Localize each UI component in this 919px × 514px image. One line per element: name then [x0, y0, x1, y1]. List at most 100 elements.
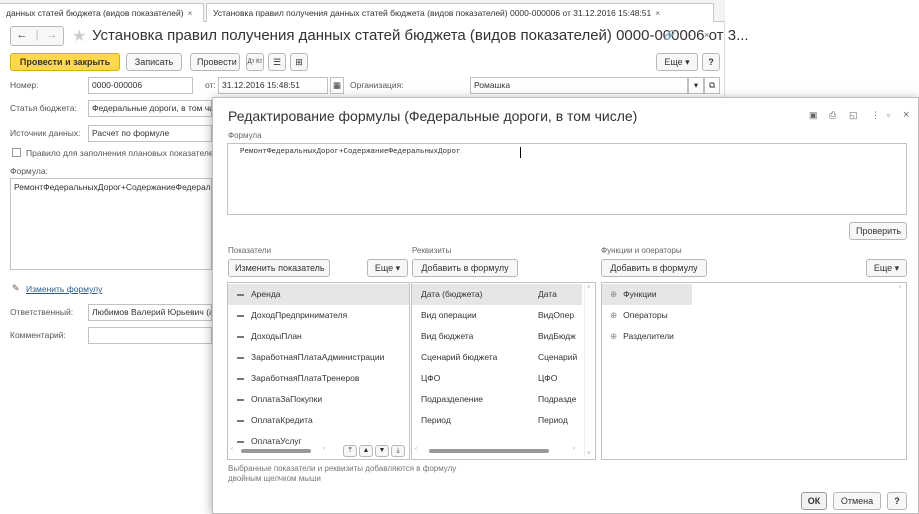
- change-indicator-button[interactable]: Изменить показатель: [228, 259, 330, 277]
- indicator-label: Аренда: [251, 289, 281, 299]
- list-item[interactable]: ДоходыПлан: [228, 326, 302, 347]
- vertical-scrollbar[interactable]: ˄ ˅: [584, 285, 594, 457]
- organization-field[interactable]: Ромашка: [470, 77, 688, 94]
- calendar-icon[interactable]: ▦: [330, 77, 344, 94]
- back-icon[interactable]: ←: [17, 29, 28, 41]
- attribute-name: Дата (бюджета): [421, 289, 483, 299]
- close-icon[interactable]: ×: [903, 109, 909, 121]
- tree-item-separators[interactable]: ⊕ Разделители: [602, 326, 674, 347]
- post-button[interactable]: Провести: [190, 53, 240, 71]
- responsible-field[interactable]: Любимов Валерий Юрьевич (а: [88, 304, 212, 321]
- hint-line: двойным щелчком мыши: [228, 474, 321, 483]
- expand-icon[interactable]: ⊕: [610, 331, 617, 341]
- list-item[interactable]: ДоходПредпринимателя: [228, 305, 347, 326]
- expand-icon[interactable]: ⊕: [610, 310, 617, 320]
- more-label: Еще: [873, 263, 893, 273]
- ok-button[interactable]: ОК: [801, 492, 827, 510]
- responsible-label: Ответственный:: [10, 307, 74, 317]
- dropdown-icon[interactable]: ▾: [688, 77, 704, 94]
- attribute-name: Период: [421, 415, 451, 425]
- tab-label: Установка правил получения данных статей…: [213, 8, 652, 18]
- open-icon[interactable]: ⧉: [704, 77, 720, 94]
- hint-text: Выбранные показатели и реквизиты добавля…: [228, 464, 508, 484]
- forward-icon[interactable]: →: [46, 29, 57, 41]
- table-row[interactable]: Вид бюджета ВидБюдж: [412, 326, 582, 347]
- horizontal-scrollbar[interactable]: ‹ ›: [229, 446, 339, 456]
- dialog-title: Редактирование формулы (Федеральные доро…: [228, 108, 638, 124]
- close-icon[interactable]: ×: [188, 8, 193, 18]
- table-row[interactable]: ЦФО ЦФО: [412, 368, 582, 389]
- table-row[interactable]: Период Период: [412, 410, 582, 431]
- more-icon[interactable]: ⋮: [686, 30, 695, 41]
- list-item[interactable]: ОплатаЗаПокупки: [228, 389, 322, 410]
- article-field[interactable]: Федеральные дороги, в том чи: [88, 100, 212, 117]
- attribute-name: Сценарий бюджета: [421, 352, 498, 362]
- expand-icon[interactable]: ⊕: [610, 289, 617, 299]
- save-button[interactable]: Записать: [126, 53, 182, 71]
- cancel-button[interactable]: Отмена: [833, 492, 881, 510]
- table-row[interactable]: Дата (бюджета) Дата: [412, 284, 582, 305]
- nav-buttons: ← | →: [10, 26, 64, 46]
- list-icon[interactable]: ☰: [268, 53, 286, 71]
- indicator-label: ОплатаЗаПокупки: [251, 394, 323, 404]
- tree-item-operators[interactable]: ⊕ Операторы: [602, 305, 668, 326]
- source-field[interactable]: Расчет по формуле: [88, 125, 212, 142]
- add-to-formula-button[interactable]: Добавить в формулу: [412, 259, 518, 277]
- close-icon[interactable]: ×: [704, 30, 709, 40]
- more-button[interactable]: Еще ▾: [656, 53, 698, 71]
- plan-rule-checkbox[interactable]: [12, 148, 21, 157]
- tree-item-functions[interactable]: ⊕ Функции: [602, 284, 692, 305]
- formula-field[interactable]: РемонтФедеральныхДорог+СодержаниеФедерал: [10, 178, 212, 270]
- horizontal-scrollbar[interactable]: ‹ ›: [413, 446, 583, 456]
- tab-rules-list[interactable]: данных статей бюджета (видов показателей…: [0, 3, 204, 22]
- indicator-label: ДоходПредпринимателя: [251, 310, 348, 320]
- close-icon[interactable]: ×: [655, 8, 660, 18]
- date-label: от:: [205, 80, 216, 90]
- indicators-label: Показатели: [228, 246, 272, 255]
- dt-kt-icon[interactable]: Дт Кт: [246, 53, 264, 71]
- list-item[interactable]: ОплатаКредита: [228, 410, 313, 431]
- post-and-close-button[interactable]: Провести и закрыть: [10, 53, 120, 71]
- print-icon[interactable]: ⎙: [829, 110, 836, 121]
- more-label: Еще: [374, 263, 394, 273]
- indicator-label: ЗаработнаяПлатаАдминистрации: [251, 352, 385, 362]
- maximize-icon[interactable]: ▫: [887, 110, 890, 120]
- indicators-more-button[interactable]: Еще ▾: [367, 259, 408, 277]
- structure-icon[interactable]: ⊞: [290, 53, 308, 71]
- help-button[interactable]: ?: [702, 53, 720, 71]
- list-item[interactable]: ЗаработнаяПлатаАдминистрации: [228, 347, 384, 368]
- table-row[interactable]: Подразделение Подразде: [412, 389, 582, 410]
- scroll-down-icon[interactable]: ▼: [375, 445, 389, 457]
- attributes-list: Дата (бюджета) Дата Вид операции ВидОпер В…: [411, 282, 596, 460]
- more-label: Еще: [664, 57, 683, 67]
- list-item[interactable]: Аренда: [228, 284, 409, 305]
- scroll-up-icon[interactable]: ˄: [898, 285, 902, 291]
- list-item[interactable]: ЗаработнаяПлатаТренеров: [228, 368, 359, 389]
- help-button[interactable]: ?: [887, 492, 907, 510]
- functions-more-button[interactable]: Еще ▾: [866, 259, 907, 277]
- attribute-code: ВидБюдж: [538, 331, 576, 341]
- table-row[interactable]: Сценарий бюджета Сценарий: [412, 347, 582, 368]
- date-field[interactable]: 31.12.2016 15:48:51: [218, 77, 328, 94]
- check-button[interactable]: Проверить: [849, 222, 907, 240]
- more-icon[interactable]: ⋮: [871, 110, 880, 121]
- preview-icon[interactable]: ◱: [849, 110, 858, 121]
- scroll-top-icon[interactable]: ⤒: [343, 445, 357, 457]
- link-icon[interactable]: 🔗: [664, 30, 675, 41]
- save-icon[interactable]: ▣: [809, 110, 818, 121]
- scroll-bottom-icon[interactable]: ⤓: [391, 445, 405, 457]
- list-scroll-buttons: ⤒ ▲ ▼ ⤓: [343, 445, 405, 457]
- table-row[interactable]: Вид операции ВидОпер: [412, 305, 582, 326]
- scroll-up-icon[interactable]: ▲: [359, 445, 373, 457]
- article-label: Статья бюджета:: [10, 103, 77, 113]
- number-field[interactable]: 0000-000006: [88, 77, 193, 94]
- tab-rule-document[interactable]: Установка правил получения данных статей…: [206, 3, 714, 22]
- change-formula-link[interactable]: Изменить формулу: [26, 284, 102, 294]
- tab-bar: данных статей бюджета (видов показателей…: [0, 0, 725, 22]
- hint-line: Выбранные показатели и реквизиты добавля…: [228, 464, 457, 473]
- add-function-button[interactable]: Добавить в формулу: [601, 259, 707, 277]
- comment-field[interactable]: [88, 327, 212, 344]
- tab-label: данных статей бюджета (видов показателей…: [6, 8, 184, 18]
- star-icon[interactable]: ★: [72, 26, 86, 46]
- indicator-label: ЗаработнаяПлатаТренеров: [251, 373, 360, 383]
